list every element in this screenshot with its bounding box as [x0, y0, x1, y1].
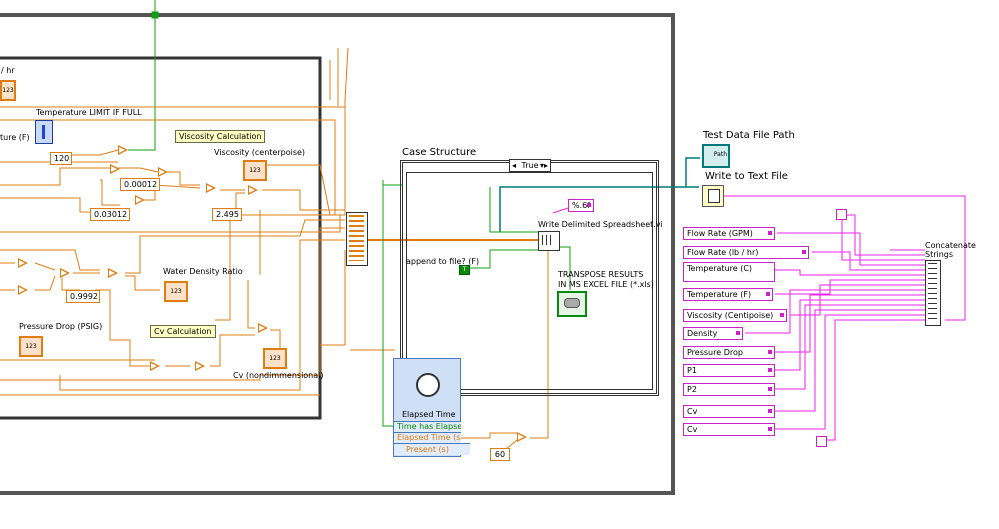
format-string-const[interactable]: %.6f [568, 199, 595, 212]
path-icon-text: Path [713, 151, 727, 158]
water-density-label: Water Density Ratio [163, 267, 243, 276]
multiply-node-icon[interactable] [118, 145, 128, 155]
string-const-temp-f[interactable]: Temperature (F) [683, 288, 773, 301]
const-60[interactable]: 60 [490, 448, 510, 461]
cv-label: Cv (nondimmensional) [233, 371, 324, 380]
bool-const-true[interactable]: T [459, 265, 470, 275]
water-density-indicator[interactable]: 123 [164, 281, 188, 302]
cv-calc-caption: Cv Calculation [150, 325, 216, 338]
multiply-node-icon[interactable] [158, 167, 168, 177]
partial-numeric-indicator[interactable]: 123 [0, 80, 16, 101]
multiply-node-icon[interactable] [110, 164, 120, 174]
write-text-file-node[interactable] [702, 185, 724, 207]
write-spreadsheet-label: Write Delimited Spreadsheet.vi [538, 220, 663, 229]
viscosity-indicator[interactable]: 123 [243, 160, 267, 181]
elapsed-time-title: Elapsed Time [402, 410, 456, 419]
const-120[interactable]: 120 [50, 152, 72, 165]
add-node-icon[interactable] [248, 185, 258, 195]
thermometer-fill-icon [42, 125, 45, 139]
case-selector[interactable]: ◂ True ▾▸ [509, 159, 551, 172]
string-const-cv-1[interactable]: Cv [683, 405, 775, 418]
thermometer-indicator[interactable] [35, 120, 53, 144]
const-0-00012[interactable]: 0.00012 [120, 178, 160, 191]
transpose-label-2: IN MS EXCEL FILE (*.xls) [558, 280, 654, 289]
spreadsheet-icon [542, 235, 554, 245]
concatenate-label-2: Strings [925, 250, 954, 259]
case-selector-left-icon[interactable]: ◂ [512, 160, 516, 171]
write-text-file-label: Write to Text File [705, 171, 788, 182]
transpose-bool-control[interactable] [557, 291, 587, 317]
concatenate-icon [928, 263, 937, 321]
elapsed-time-express-vi[interactable]: Elapsed Time Time has Elapsed Elapsed Ti… [393, 358, 470, 457]
string-const-cv-2[interactable]: Cv [683, 423, 775, 436]
elapsed-output-time-has-elapsed[interactable]: Time has Elapsed [394, 421, 461, 432]
temperature-partial-label: ture (F) [0, 133, 30, 142]
string-const-density[interactable]: Density [683, 327, 743, 340]
multiply-node-icon[interactable] [18, 258, 28, 268]
temp-limit-label: Temperature LIMIT IF FULL [36, 108, 142, 117]
viscosity-label: Viscosity (centerpoise) [214, 148, 306, 157]
toggle-switch-icon [564, 298, 580, 308]
multiply-node-icon[interactable] [108, 268, 118, 278]
elapsed-output-elapsed-time[interactable]: Elapsed Time (s) [394, 432, 461, 443]
cv-indicator[interactable]: 123 [263, 348, 287, 369]
add-node-icon[interactable] [60, 268, 70, 278]
const-0-9992[interactable]: 0.9992 [66, 290, 100, 303]
green-top-wire [128, 0, 159, 151]
tab-const-icon[interactable] [836, 209, 847, 220]
path-control[interactable]: Path [702, 144, 730, 168]
case-structure-label: Case Structure [402, 147, 477, 158]
greater-than-node-icon[interactable] [517, 432, 527, 442]
sqrt-node-icon[interactable] [150, 361, 160, 371]
eol-const-icon[interactable] [816, 436, 827, 447]
divide-node-icon[interactable] [195, 361, 205, 371]
string-const-p1[interactable]: P1 [683, 364, 775, 377]
elapsed-output-present[interactable]: Present (s) [394, 443, 470, 455]
string-const-p2[interactable]: P2 [683, 383, 775, 396]
string-const-temp-c-box[interactable]: Temperature (C) [683, 262, 775, 282]
partial-indicator-label: / hr [1, 66, 15, 75]
write-spreadsheet-node[interactable] [538, 231, 560, 251]
string-const-viscosity[interactable]: Viscosity (Centipoise) [683, 309, 787, 322]
build-array-icon [349, 215, 364, 261]
string-const-pressure-drop[interactable]: Pressure Drop [683, 346, 775, 359]
subtract-node-icon[interactable] [206, 183, 216, 193]
multiply-node-icon[interactable] [18, 285, 28, 295]
test-data-path-label: Test Data File Path [703, 130, 795, 141]
concatenate-strings-node[interactable] [925, 260, 941, 326]
case-selector-dropdown-icon[interactable]: ▾▸ [540, 160, 548, 171]
multiply-node-icon[interactable] [135, 195, 145, 205]
array-wires [320, 47, 395, 351]
string-const-temp-c: Temperature (C) [687, 264, 753, 273]
multiply-node-icon[interactable] [258, 323, 268, 333]
transpose-label-1: TRANSPOSE RESULTS [558, 270, 644, 279]
string-const-flow-lbhr[interactable]: Flow Rate (lb / hr) [683, 246, 809, 259]
const-2-495[interactable]: 2.495 [212, 208, 242, 221]
build-array-node[interactable] [346, 212, 368, 266]
viscosity-calc-caption: Viscosity Calculation [175, 130, 266, 143]
const-0-03012[interactable]: 0.03012 [90, 208, 130, 221]
document-icon [708, 189, 720, 203]
case-selector-value: True [521, 161, 539, 170]
stopwatch-icon [416, 373, 440, 397]
pressure-drop-label: Pressure Drop (PSIG) [19, 322, 103, 331]
pressure-drop-indicator[interactable]: 123 [19, 336, 43, 357]
string-const-flow-gpm[interactable]: Flow Rate (GPM) [683, 227, 775, 240]
